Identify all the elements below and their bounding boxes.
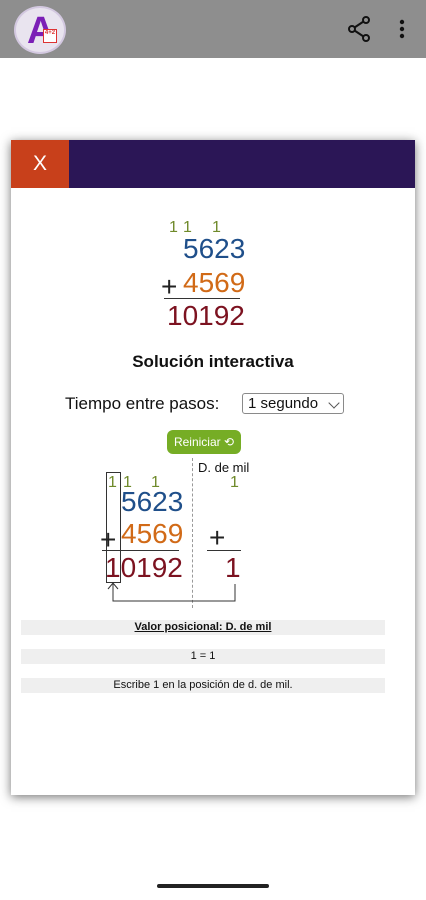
column-sum-line — [207, 550, 241, 551]
column-carry-digit: 1 — [230, 474, 239, 491]
info-equation: 1 = 1 — [21, 649, 385, 664]
column-label: D. de mil — [198, 460, 250, 475]
app-bar: A 4+2 — [0, 0, 426, 58]
solution-dialog: X 1 1 1 5623 + 4569 10192 Solución inter… — [11, 140, 415, 795]
close-button[interactable]: X — [11, 140, 69, 188]
dialog-header: X — [11, 140, 415, 188]
addend-1: 5623 — [183, 233, 246, 264]
share-icon[interactable] — [344, 15, 374, 43]
time-select-value: 1 segundo — [248, 395, 319, 412]
sum-result: 10192 — [167, 300, 245, 331]
info-instruction: Escribe 1 en la posición de d. de mil. — [21, 678, 385, 693]
section-title: Solución interactiva — [132, 352, 294, 371]
carry-digit: 1 — [169, 219, 178, 236]
interactive-addend-2: 4569 — [121, 518, 184, 549]
interactive-addend-1: 5623 — [121, 486, 184, 517]
addend-2: 4569 — [183, 267, 246, 298]
time-label: Tiempo entre pasos: — [65, 394, 220, 413]
chevron-down-icon — [328, 397, 340, 409]
more-options-icon[interactable] — [391, 15, 413, 43]
logo-mini-calc: 4+2 — [43, 29, 57, 43]
home-indicator[interactable] — [157, 884, 269, 888]
interactive-sum-line — [102, 550, 179, 551]
info-heading: Valor posicional: D. de mil — [21, 620, 385, 635]
app-logo[interactable]: A 4+2 — [14, 6, 66, 54]
time-select[interactable]: 1 segundo — [242, 393, 344, 414]
carry-arrow — [107, 582, 236, 602]
sum-line — [164, 298, 240, 299]
reset-button[interactable]: Reiniciar ⟲ — [167, 430, 241, 454]
